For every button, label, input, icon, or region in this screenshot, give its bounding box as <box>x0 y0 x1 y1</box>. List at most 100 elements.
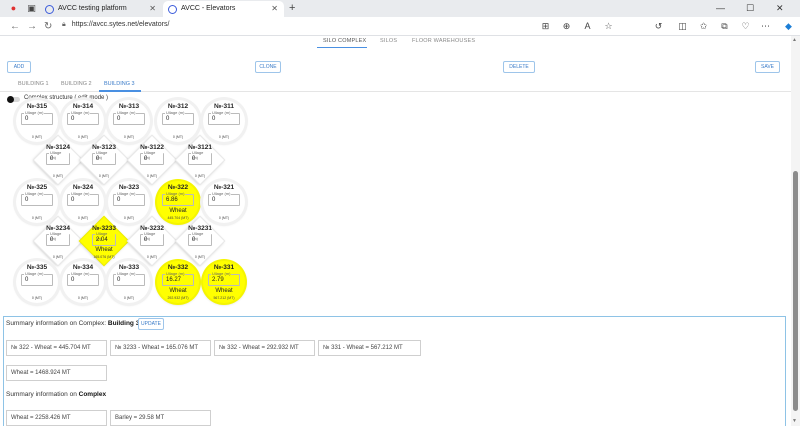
ullage-input[interactable]: Ullage (m) 2.04 <box>92 231 116 246</box>
maximize-icon[interactable]: ☐ <box>746 0 754 17</box>
ullage-input[interactable]: Ullage (m) 2.79 <box>208 271 240 286</box>
grain-type: Wheat <box>215 288 233 294</box>
minimize-icon[interactable]: — <box>716 0 725 17</box>
ullage-input[interactable]: Ullage (m) 0 <box>162 110 194 125</box>
browser-essentials-icon[interactable]: ♡ <box>740 20 751 33</box>
ullage-value: 0 <box>166 116 170 122</box>
tonnage-text: 0 (MT) <box>77 135 89 139</box>
silo-cell[interactable]: №-324 Ullage (m) 0 0 (MT) <box>62 181 104 223</box>
favorites-icon[interactable]: ✩ <box>698 20 709 33</box>
scrollbar-thumb[interactable] <box>793 171 798 411</box>
silo-cell[interactable]: №-325 Ullage (m) 0 0 (MT) <box>16 181 58 223</box>
silo-cell[interactable]: №-335 Ullage (m) 0 0 (MT) <box>16 261 58 303</box>
app-available-icon[interactable]: ⊞ <box>540 20 551 33</box>
ullage-input[interactable]: Ullage (m) 0 <box>46 150 70 165</box>
tab-actions-icon[interactable]: ▣ <box>26 3 37 14</box>
silo-cell[interactable]: №-333 Ullage (m) 0 0 (MT) <box>108 261 150 303</box>
tab-building-2[interactable]: BUILDING 2 <box>61 81 92 87</box>
refresh-extension-icon[interactable]: ↺ <box>653 20 664 33</box>
interstice-cell[interactable]: №-3231 Ullage (m) 0 0 (MT) <box>175 216 225 266</box>
ullage-input[interactable]: Ullage (m) 0 <box>21 271 53 286</box>
close-window-icon[interactable]: ✕ <box>776 0 784 17</box>
complex-summary-item: Barley = 29.58 MT <box>110 410 211 426</box>
ullage-input[interactable]: Ullage (m) 0 <box>113 191 145 206</box>
save-button[interactable]: SAVE <box>755 61 780 73</box>
ullage-input[interactable]: Ullage (m) 0 <box>21 191 53 206</box>
interstice-cell[interactable]: №-3124 Ullage (m) 0 0 (MT) <box>33 135 83 185</box>
ullage-input[interactable]: Ullage (m) 6.86 <box>162 191 194 206</box>
favorite-star-icon[interactable]: ☆ <box>603 20 614 33</box>
ullage-input[interactable]: Ullage (m) 16.27 <box>162 271 194 286</box>
copilot-icon[interactable]: ◆ <box>783 20 794 33</box>
split-screen-icon[interactable]: ◫ <box>677 20 688 33</box>
url-field[interactable]: 🔒︎ https://avcc.sytes.net/elevators/ <box>62 21 169 29</box>
update-button[interactable]: UPDATE <box>138 318 164 330</box>
zoom-icon[interactable]: ⊕ <box>561 20 572 33</box>
interstice-cell[interactable]: №-3121 Ullage (m) 0 0 (MT) <box>175 135 225 185</box>
interstice-cell[interactable]: №-3232 Ullage (m) 0 0 (MT) <box>127 216 177 266</box>
silo-cell[interactable]: №-332 Ullage (m) 16.27 Wheat 292.932 (MT) <box>157 261 199 303</box>
tonnage-text: 0 (MT) <box>123 296 135 300</box>
silo-cell[interactable]: №-314 Ullage (m) 0 0 (MT) <box>62 100 104 142</box>
ullage-input[interactable]: Ullage (m) 0 <box>188 231 212 246</box>
ullage-input[interactable]: Ullage (m) 0 <box>113 271 145 286</box>
silo-cell[interactable]: №-311 Ullage (m) 0 0 (MT) <box>203 100 245 142</box>
delete-button[interactable]: DELETE <box>503 61 535 73</box>
silo-cell[interactable]: №-312 Ullage (m) 0 0 (MT) <box>157 100 199 142</box>
silo-cell[interactable]: №-323 Ullage (m) 0 0 (MT) <box>108 181 150 223</box>
silo-cell[interactable]: №-321 Ullage (m) 0 0 (MT) <box>203 181 245 223</box>
scroll-up-icon[interactable]: ▲ <box>792 37 797 43</box>
new-tab-icon[interactable]: + <box>289 0 295 17</box>
tab-silos[interactable]: SILOS <box>380 38 397 44</box>
add-button[interactable]: ADD <box>7 61 31 73</box>
ullage-input[interactable]: Ullage (m) 0 <box>67 191 99 206</box>
tab-floor-warehouses[interactable]: FLOOR WAREHOUSES <box>412 38 475 44</box>
more-menu-icon[interactable]: ⋯ <box>760 20 771 33</box>
interstice-cell[interactable]: №-3122 Ullage (m) 0 0 (MT) <box>127 135 177 185</box>
ullage-value: 0 <box>192 156 196 162</box>
forward-icon[interactable]: → <box>27 19 37 34</box>
silo-cell[interactable]: №-334 Ullage (m) 0 0 (MT) <box>62 261 104 303</box>
interstice-cell[interactable]: №-3123 Ullage (m) 0 0 (MT) <box>79 135 129 185</box>
ullage-input[interactable]: Ullage (m) 0 <box>208 110 240 125</box>
silo-cell[interactable]: №-322 Ullage (m) 6.86 Wheat 445.704 (MT) <box>157 181 199 223</box>
read-aloud-icon[interactable]: A <box>582 20 593 33</box>
close-tab-icon[interactable]: ✕ <box>271 1 278 17</box>
silo-number: №-313 <box>118 103 140 110</box>
silo-cell[interactable]: №-313 Ullage (m) 0 0 (MT) <box>108 100 150 142</box>
ullage-placeholder: Ullage (m) <box>70 191 91 196</box>
ullage-input[interactable]: Ullage (m) 0 <box>140 231 164 246</box>
ullage-input[interactable]: Ullage (m) 0 <box>208 191 240 206</box>
interstice-cell[interactable]: №-3233 Ullage (m) 2.04 Wheat 165.076 (MT) <box>79 216 129 266</box>
ullage-input[interactable]: Ullage (m) 0 <box>113 110 145 125</box>
tab-building-1[interactable]: BUILDING 1 <box>18 81 49 87</box>
ullage-input[interactable]: Ullage (m) 0 <box>67 271 99 286</box>
browser-tab-active[interactable]: AVCC - Elevators ✕ <box>163 1 284 17</box>
ullage-input[interactable]: Ullage (m) 0 <box>67 110 99 125</box>
tab-silo-complex[interactable]: SILO COMPLEX <box>323 38 366 44</box>
silo-number: №-321 <box>213 184 235 191</box>
clone-button[interactable]: CLONE <box>255 61 281 73</box>
silo-cell[interactable]: №-315 Ullage (m) 0 0 (MT) <box>16 100 58 142</box>
silo-cell[interactable]: №-331 Ullage (m) 2.79 Wheat 567.212 (MT) <box>203 261 245 303</box>
ullage-value: 2.79 <box>212 277 224 283</box>
ullage-placeholder: Ullage (m) <box>116 191 137 196</box>
ullage-input[interactable]: Ullage (m) 0 <box>188 150 212 165</box>
reload-icon[interactable]: ↻ <box>44 19 52 34</box>
ullage-input[interactable]: Ullage (m) 0 <box>46 231 70 246</box>
interstice-cell[interactable]: №-3234 Ullage (m) 0 0 (MT) <box>33 216 83 266</box>
page-scrollbar[interactable]: ▲ ▼ <box>791 36 800 426</box>
close-tab-icon[interactable]: ✕ <box>149 1 156 17</box>
edit-mode-toggle[interactable] <box>7 96 20 103</box>
ullage-input[interactable]: Ullage (m) 0 <box>21 110 53 125</box>
scroll-down-icon[interactable]: ▼ <box>792 418 797 424</box>
collections-icon[interactable]: ⧉ <box>719 20 730 33</box>
ullage-input[interactable]: Ullage (m) 0 <box>140 150 164 165</box>
profile-icon[interactable]: ● <box>8 3 19 14</box>
back-icon[interactable]: ← <box>10 19 20 34</box>
browser-tab[interactable]: AVCC testing platform ✕ <box>40 1 162 17</box>
tab-building-3[interactable]: BUILDING 3 <box>104 81 135 87</box>
ullage-input[interactable]: Ullage (m) 0 <box>92 150 116 165</box>
tonnage-text: 445.704 (MT) <box>167 216 189 220</box>
tonnage-text: 0 (MT) <box>52 255 64 259</box>
